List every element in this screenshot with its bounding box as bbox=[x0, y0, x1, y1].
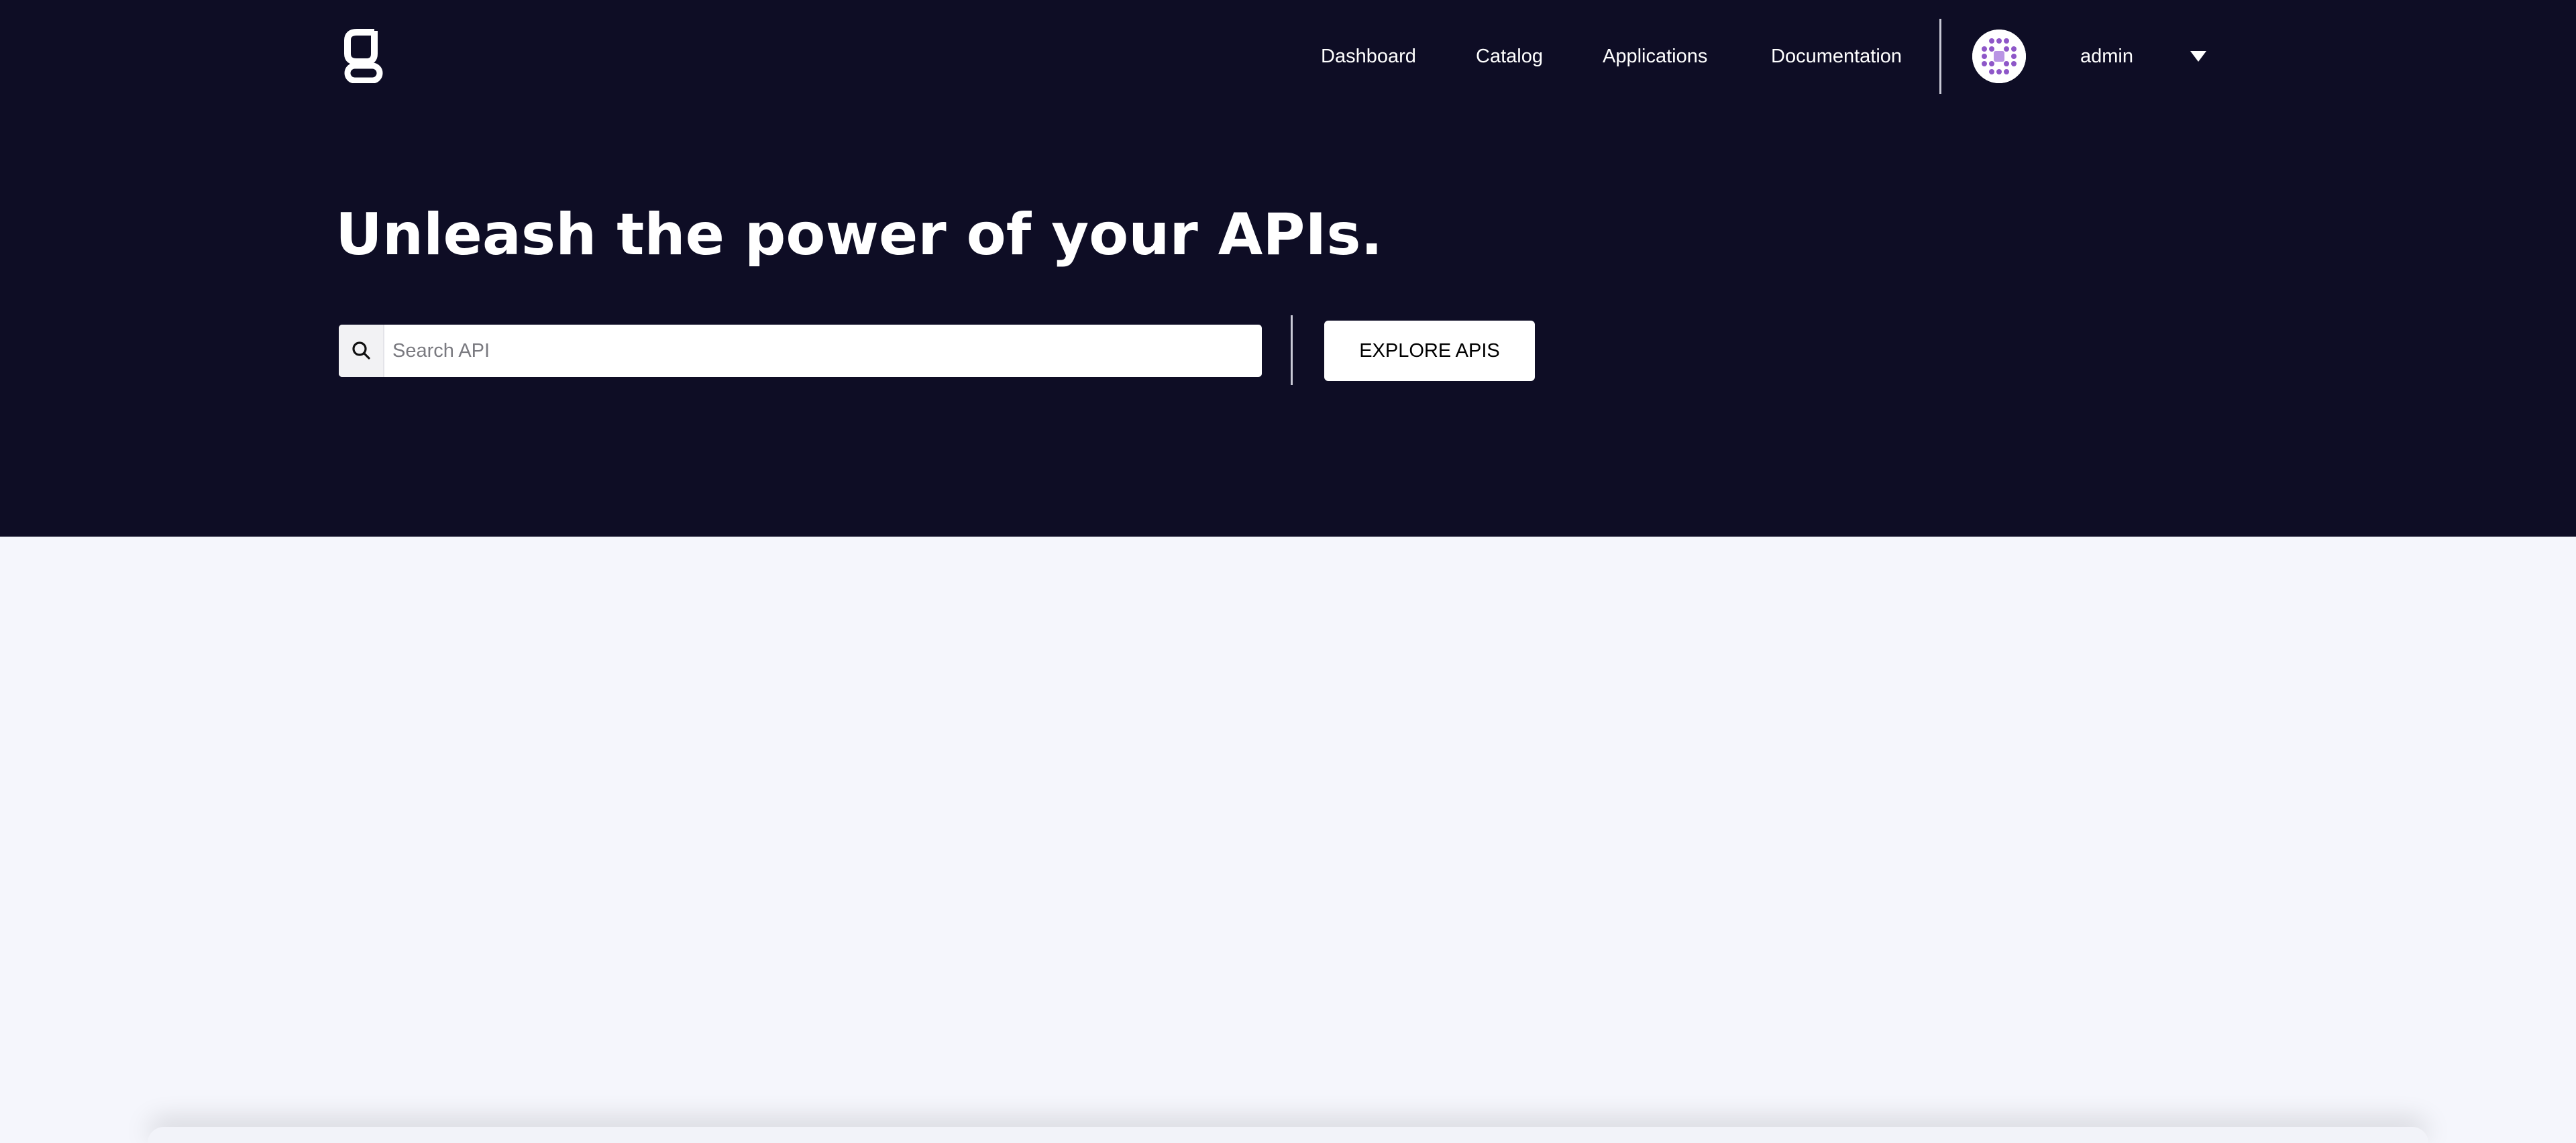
nav-divider bbox=[1939, 19, 1941, 94]
search-bar bbox=[339, 325, 1262, 377]
nav-link-applications[interactable]: Applications bbox=[1603, 42, 1707, 71]
search-divider bbox=[1291, 315, 1293, 385]
hero-title: Unleash the power of your APIs. bbox=[335, 201, 1383, 268]
gravitee-logo-icon[interactable] bbox=[341, 27, 385, 84]
content-panel bbox=[148, 1127, 2428, 1143]
nav-link-catalog[interactable]: Catalog bbox=[1476, 42, 1543, 71]
user-avatar-icon[interactable] bbox=[1972, 30, 2026, 83]
caret-down-icon[interactable] bbox=[2190, 50, 2207, 63]
nav-link-dashboard[interactable]: Dashboard bbox=[1321, 42, 1416, 71]
explore-apis-button[interactable]: EXPLORE APIS bbox=[1324, 321, 1535, 381]
nav-link-documentation[interactable]: Documentation bbox=[1771, 42, 1902, 71]
hero-header: Dashboard Catalog Applications Documenta… bbox=[0, 0, 2576, 537]
search-icon[interactable] bbox=[339, 325, 384, 377]
user-name[interactable]: admin bbox=[2080, 42, 2133, 71]
search-input[interactable] bbox=[386, 325, 1255, 377]
